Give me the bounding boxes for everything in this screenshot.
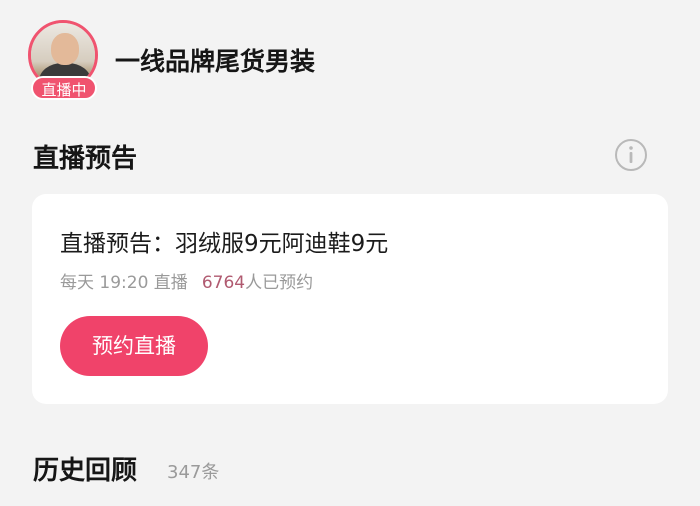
schedule-text: 每天 19:20 直播 <box>60 273 188 293</box>
preview-card: 直播预告：羽绒服9元阿迪鞋9元 每天 19:20 直播 6764人已预约 预约直播 <box>32 194 668 404</box>
shop-name[interactable]: 一线品牌尾货男装 <box>115 42 315 78</box>
reserve-live-button[interactable]: 预约直播 <box>60 316 208 376</box>
reservation-suffix: 人已预约 <box>245 273 314 293</box>
section-title: 直播预告 <box>33 144 138 174</box>
info-icon[interactable] <box>614 138 648 172</box>
reservation-count: 6764 <box>201 273 246 293</box>
avatar-wrap[interactable]: 直播中 <box>26 18 102 102</box>
shop-header: 直播中 一线品牌尾货男装 <box>26 18 315 102</box>
live-preview-page: 直播中 一线品牌尾货男装 直播预告 直播预告：羽绒服9元阿迪鞋9元 每天 19:… <box>0 0 700 506</box>
history-count: 347条 <box>167 462 220 483</box>
avatar-head <box>51 33 79 65</box>
history-title: 历史回顾 <box>33 456 138 486</box>
preview-title: 直播预告：羽绒服9元阿迪鞋9元 <box>60 231 389 257</box>
live-badge: 直播中 <box>31 76 97 100</box>
preview-meta: 每天 19:20 直播 6764人已预约 <box>60 268 313 293</box>
